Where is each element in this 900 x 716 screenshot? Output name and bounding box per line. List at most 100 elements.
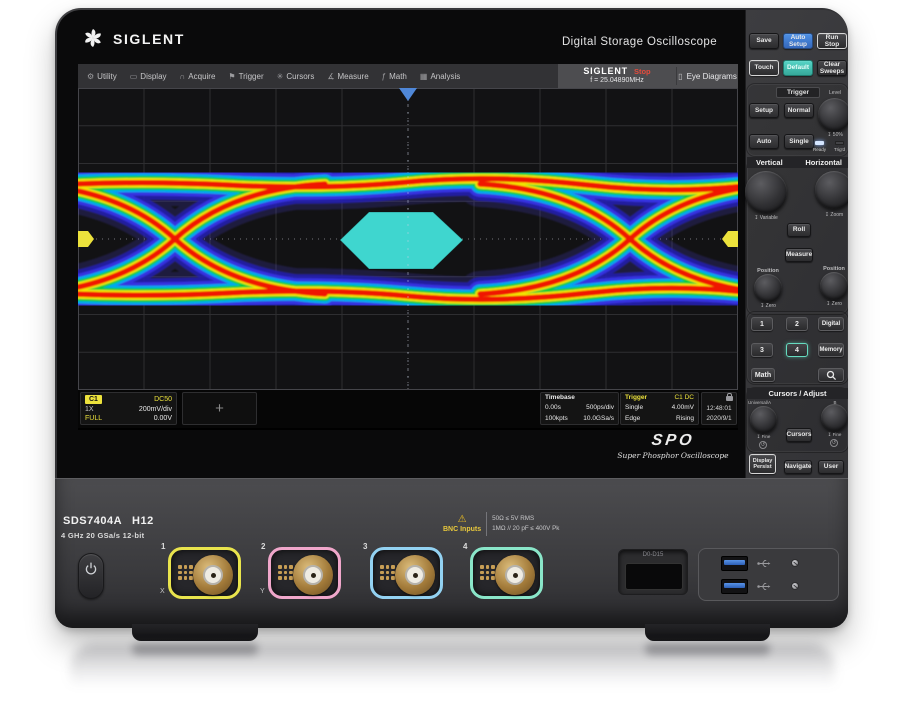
menu-math[interactable]: ƒMath: [382, 72, 407, 81]
trigd-led: [835, 141, 844, 145]
cursors-adjust-header: Cursors / Adjust: [747, 388, 848, 399]
bnc3-number: 3: [363, 542, 367, 551]
channel4-button[interactable]: 4: [786, 343, 808, 357]
fine-a-label: ↧ Fine: [750, 435, 777, 440]
eye-diagrams-label: Eye Diagrams: [687, 72, 737, 81]
trigger-mode: Single: [625, 405, 643, 412]
menu-trigger[interactable]: ⚑Trigger: [228, 72, 263, 81]
ready-label: Ready: [813, 147, 826, 152]
warning-icon: ⚠: [458, 514, 467, 526]
horizontal-position-knob[interactable]: [820, 272, 848, 300]
dio-slot: [625, 563, 683, 590]
c1-bandwidth: FULL: [85, 415, 102, 422]
vertical-position-knob[interactable]: [754, 274, 782, 302]
save-button[interactable]: Save: [749, 33, 779, 49]
trigger-setup-button[interactable]: Setup: [749, 103, 779, 118]
divider: [486, 512, 487, 536]
model-number: SDS7404A: [63, 515, 122, 527]
bnc3-connector: [395, 555, 435, 595]
display-icon: ▭: [130, 72, 138, 81]
model-rev: H12: [132, 515, 154, 527]
graticule[interactable]: [78, 88, 738, 390]
menu-measure[interactable]: ∡Measure: [327, 72, 368, 81]
dio-label: D0-D15: [619, 552, 687, 558]
c1-offset: 0.00V: [154, 415, 172, 422]
screw: [791, 559, 799, 567]
menu-acquire[interactable]: ∩Acquire: [180, 72, 216, 81]
memory-button[interactable]: Memory: [818, 343, 844, 357]
add-channel-box[interactable]: +: [182, 392, 257, 425]
device-subtitle: Digital Storage Oscilloscope: [562, 36, 717, 48]
search-button[interactable]: [818, 368, 844, 382]
auto-setup-button[interactable]: Auto Setup: [783, 33, 813, 49]
run-stop-button[interactable]: Run Stop: [817, 33, 847, 49]
bnc-inputs-label: BNC Inputs: [443, 526, 481, 534]
bnc-module-2: 2 Y: [268, 547, 341, 599]
channel1-button[interactable]: 1: [751, 317, 773, 331]
clock-box[interactable]: 12:48:01 2020/9/1: [701, 392, 737, 425]
channel3-button[interactable]: 3: [751, 343, 773, 357]
c1-probe: 1X: [85, 406, 94, 413]
math-button[interactable]: Math: [751, 368, 775, 382]
clear-sweeps-button[interactable]: Clear Sweeps: [817, 60, 847, 76]
channel1-status-box[interactable]: C1DC50 1X200mV/div FULL0.00V: [80, 392, 177, 425]
navigate-button[interactable]: Navigate: [784, 460, 812, 474]
cursors-button[interactable]: Cursors: [786, 428, 812, 442]
trigger-level-knob[interactable]: [818, 98, 848, 131]
channel2-button[interactable]: 2: [786, 317, 808, 331]
vertical-scale-knob[interactable]: [745, 171, 787, 213]
default-button[interactable]: Default: [783, 60, 813, 76]
trigger-slope: Rising: [676, 416, 694, 423]
user-button[interactable]: User: [818, 460, 844, 474]
bnc4-connector: [495, 555, 535, 595]
timebase-title: Timebase: [545, 395, 575, 402]
vertical-zero-label: ↧ Zero: [754, 304, 782, 310]
usb-icon: [757, 558, 771, 569]
control-panel: Save Auto Setup Run Stop Touch Default C…: [745, 10, 848, 478]
measure-icon: ∡: [327, 72, 334, 81]
display-persist-button[interactable]: Display Persist: [749, 454, 776, 474]
digital-button[interactable]: Digital: [818, 317, 844, 331]
vertical-horizontal-header: Vertical Horizontal: [747, 157, 848, 168]
menu-cursors[interactable]: ✳Cursors: [277, 72, 315, 81]
b-knob[interactable]: [821, 404, 848, 431]
roll-button[interactable]: Roll: [787, 223, 811, 237]
menu-items: ⚙Utility ▭Display ∩Acquire ⚑Trigger ✳Cur…: [78, 64, 558, 88]
power-icon: [84, 561, 98, 577]
io-panel: [698, 548, 839, 601]
menu-analysis[interactable]: ▦Analysis: [420, 72, 460, 81]
spo-subtitle: Super Phosphor Oscilloscope: [598, 451, 748, 460]
trigger-title: Trigger: [625, 395, 647, 402]
trigger-normal-button[interactable]: Normal: [784, 103, 814, 118]
trigger-status-box[interactable]: TriggerC1 DC Single4.00mV EdgeRising: [620, 392, 699, 425]
trigger-frequency: f = 25.04890MHz: [590, 77, 644, 85]
trigd-label: Trig'd: [834, 147, 845, 152]
trigger-auto-button[interactable]: Auto: [749, 134, 779, 149]
trigger-level: 4.00mV: [672, 405, 694, 412]
touch-button[interactable]: Touch: [749, 60, 779, 76]
magnifier-icon: [826, 370, 837, 381]
status-bar: C1DC50 1X200mV/div FULL0.00V + Timebase …: [78, 390, 738, 428]
math-icon: ƒ: [382, 72, 386, 81]
bnc2-connector: [293, 555, 333, 595]
usb-port-2: [721, 579, 748, 594]
horizontal-scale-knob[interactable]: [815, 171, 848, 209]
sample-rate: 10.0GSa/s: [583, 416, 614, 423]
measure-button[interactable]: Measure: [785, 248, 813, 262]
ready-led: [815, 141, 824, 145]
acquisition-status[interactable]: SIGLENT Stop f = 25.04890MHz: [558, 64, 676, 88]
menu-right-strip: SIGLENT Stop f = 25.04890MHz ▯ Eye Diagr…: [558, 64, 738, 88]
oscilloscope-photo: SIGLENT Digital Storage Oscilloscope ⚙Ut…: [0, 0, 900, 716]
timebase-box[interactable]: Timebase 0.00s500ps/div 100kpts10.0GSa/s: [540, 392, 619, 425]
clock-date: 2020/9/1: [706, 415, 731, 422]
menu-bar: ⚙Utility ▭Display ∩Acquire ⚑Trigger ✳Cur…: [78, 64, 738, 88]
trigger-single-button[interactable]: Single: [784, 134, 814, 149]
menu-utility[interactable]: ⚙Utility: [87, 72, 117, 81]
acquire-icon: ∩: [180, 72, 186, 81]
eye-diagrams-tab[interactable]: ▯ Eye Diagrams: [677, 64, 738, 88]
timebase-delay: 0.00s: [545, 405, 561, 412]
menu-display[interactable]: ▭Display: [130, 72, 167, 81]
power-button[interactable]: [78, 553, 104, 599]
spo-logo: SPO Super Phosphor Oscilloscope: [598, 432, 748, 460]
universal-knob[interactable]: [750, 406, 777, 433]
